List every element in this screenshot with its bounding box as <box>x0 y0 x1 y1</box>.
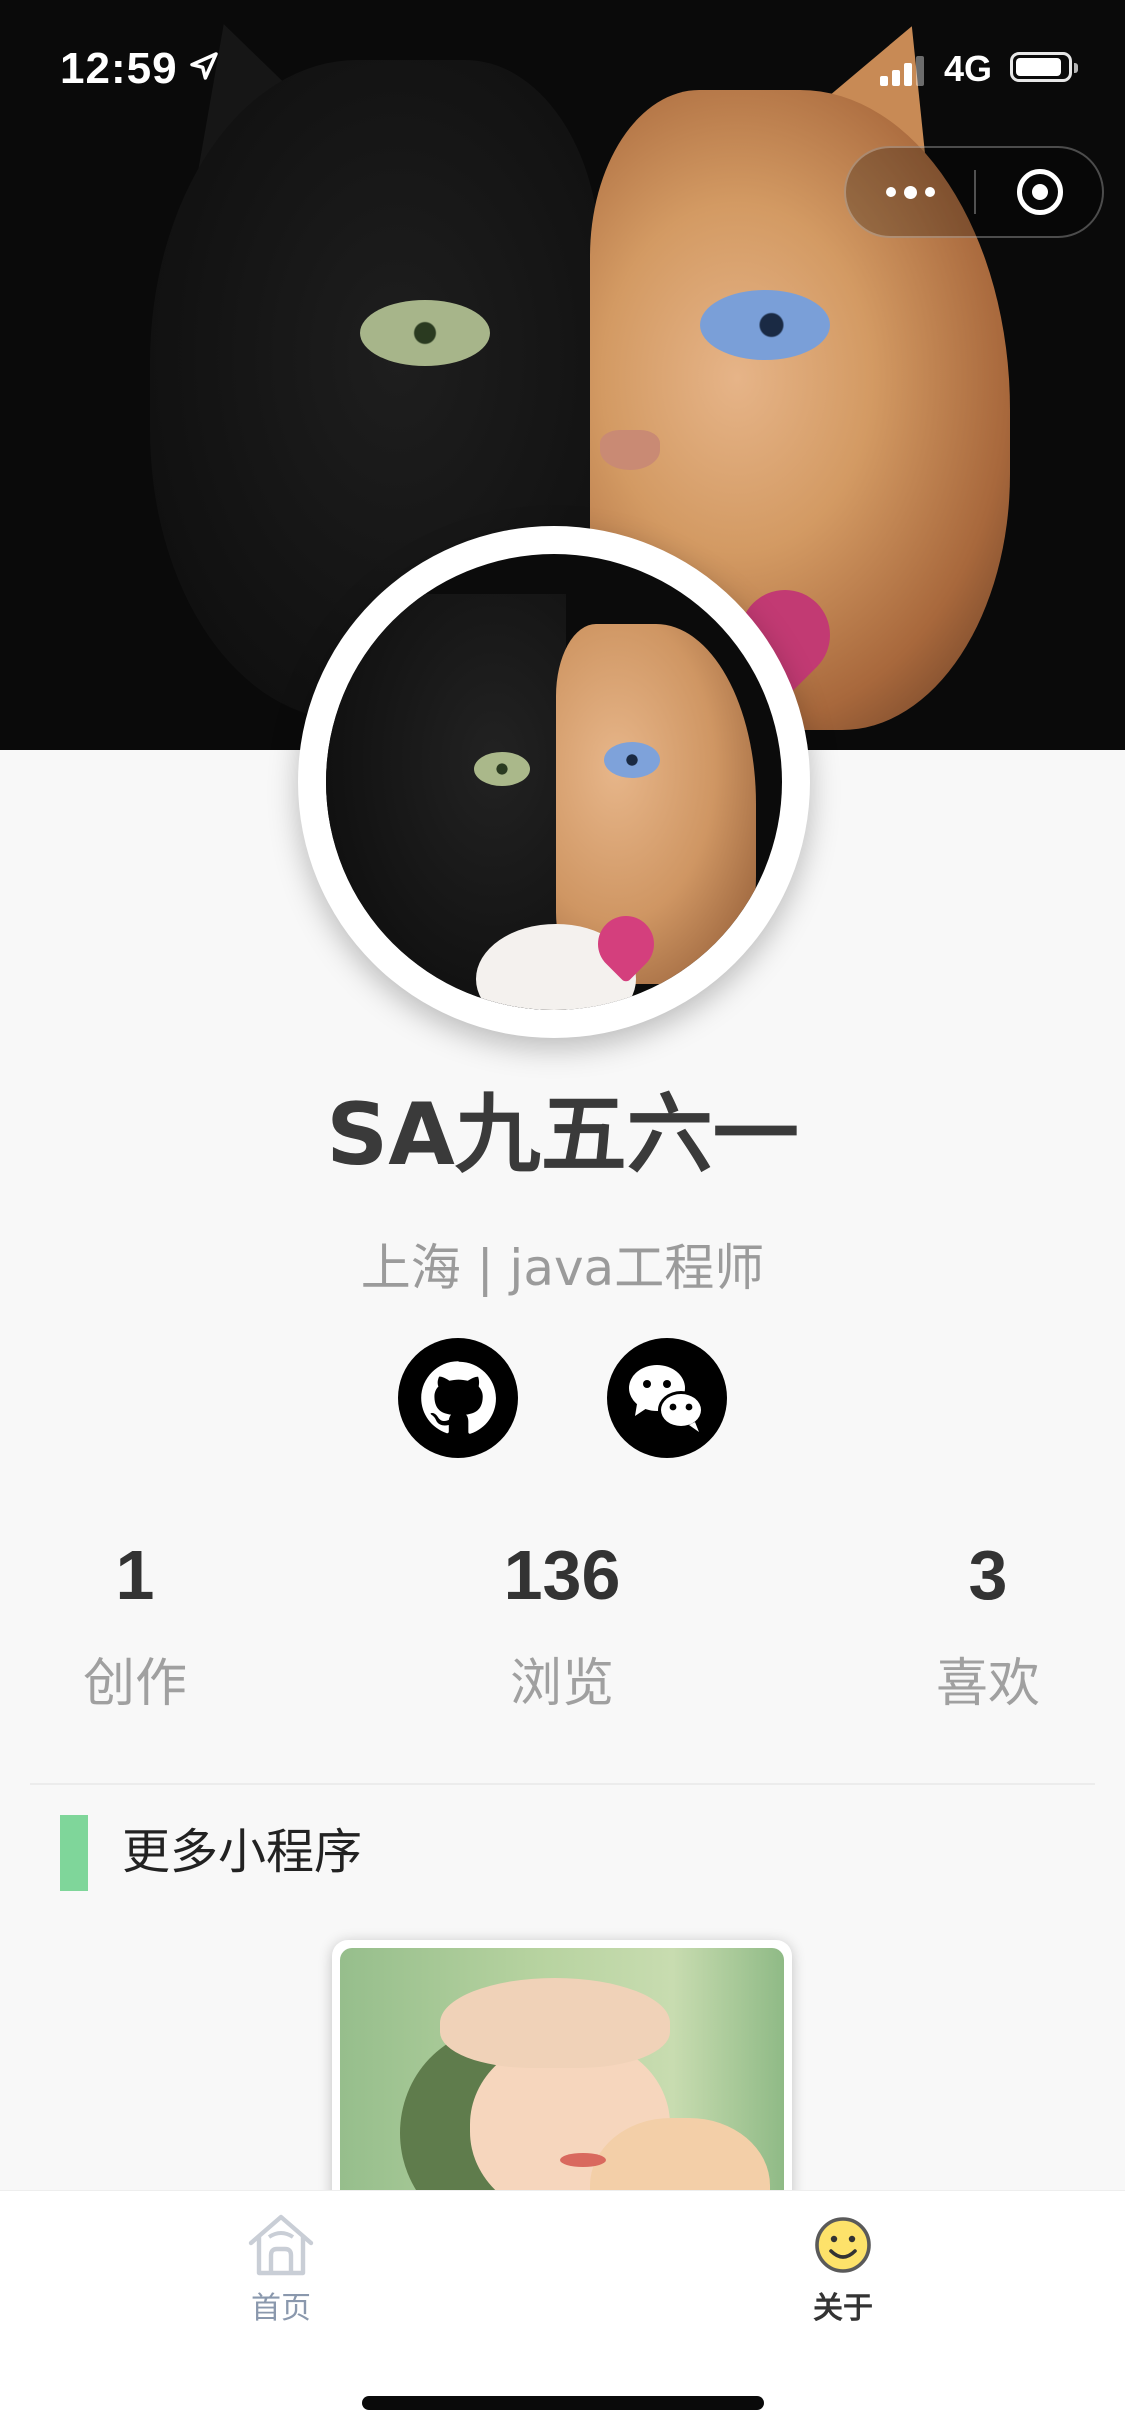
stat-label: 浏览 <box>509 1654 614 1714</box>
avatar <box>298 526 810 1038</box>
status-time: 12:59 <box>60 44 178 93</box>
stat-creations[interactable]: 1 创作 <box>0 1520 285 1724</box>
about-screen: 12:59 4G SA九五六一 上海 | java工程师 1 创作 136 浏览… <box>0 0 1125 2436</box>
profile-subtitle: 上海 | java工程师 <box>360 1239 765 1297</box>
illustration-lips <box>560 2153 606 2167</box>
avatar-image <box>326 554 782 1010</box>
stat-likes[interactable]: 3 喜欢 <box>838 1520 1125 1724</box>
avatar-cat-eye-right <box>604 742 660 778</box>
more-dots-icon <box>885 185 935 199</box>
illustration-hat <box>440 1978 670 2068</box>
target-circle-icon <box>1017 169 1063 215</box>
stat-label: 创作 <box>82 1654 187 1714</box>
profile-name: SA九五六一 <box>326 1085 799 1185</box>
network-type: 4G <box>944 48 993 89</box>
cover-cat-nose <box>600 430 660 470</box>
avatar-cat-eye-left <box>474 752 530 786</box>
miniprogram-capsule <box>844 146 1104 238</box>
stat-value: 136 <box>503 1536 621 1614</box>
battery-level <box>1016 58 1061 76</box>
cover-cat-eye-left <box>360 300 490 366</box>
capsule-more-button[interactable] <box>846 148 974 236</box>
signal-icon <box>880 56 924 86</box>
divider <box>30 1783 1095 1785</box>
stat-value: 3 <box>968 1536 1008 1614</box>
wechat-button[interactable] <box>607 1338 727 1458</box>
stat-value: 1 <box>115 1536 155 1614</box>
stat-label: 喜欢 <box>935 1654 1040 1714</box>
tab-home[interactable]: 首页 <box>181 2205 381 2331</box>
tab-label: 关于 <box>813 2291 873 2326</box>
github-icon <box>421 1361 496 1434</box>
smiley-icon <box>815 2217 871 2273</box>
status-bar: 12:59 4G <box>0 0 1125 132</box>
location-arrow-icon <box>190 52 218 80</box>
capsule-close-button[interactable] <box>976 148 1104 236</box>
home-icon <box>248 2214 314 2276</box>
home-indicator <box>362 2396 764 2410</box>
wechat-icon <box>629 1365 704 1432</box>
section-title: 更多小程序 <box>122 1824 363 1880</box>
cover-cat-eye-right <box>700 290 830 360</box>
tab-about[interactable]: 关于 <box>743 2205 943 2331</box>
battery-icon <box>1010 52 1078 82</box>
section-accent-bar <box>60 1815 88 1891</box>
github-button[interactable] <box>398 1338 518 1458</box>
tab-label: 首页 <box>251 2291 311 2326</box>
stat-views[interactable]: 136 浏览 <box>412 1520 712 1724</box>
